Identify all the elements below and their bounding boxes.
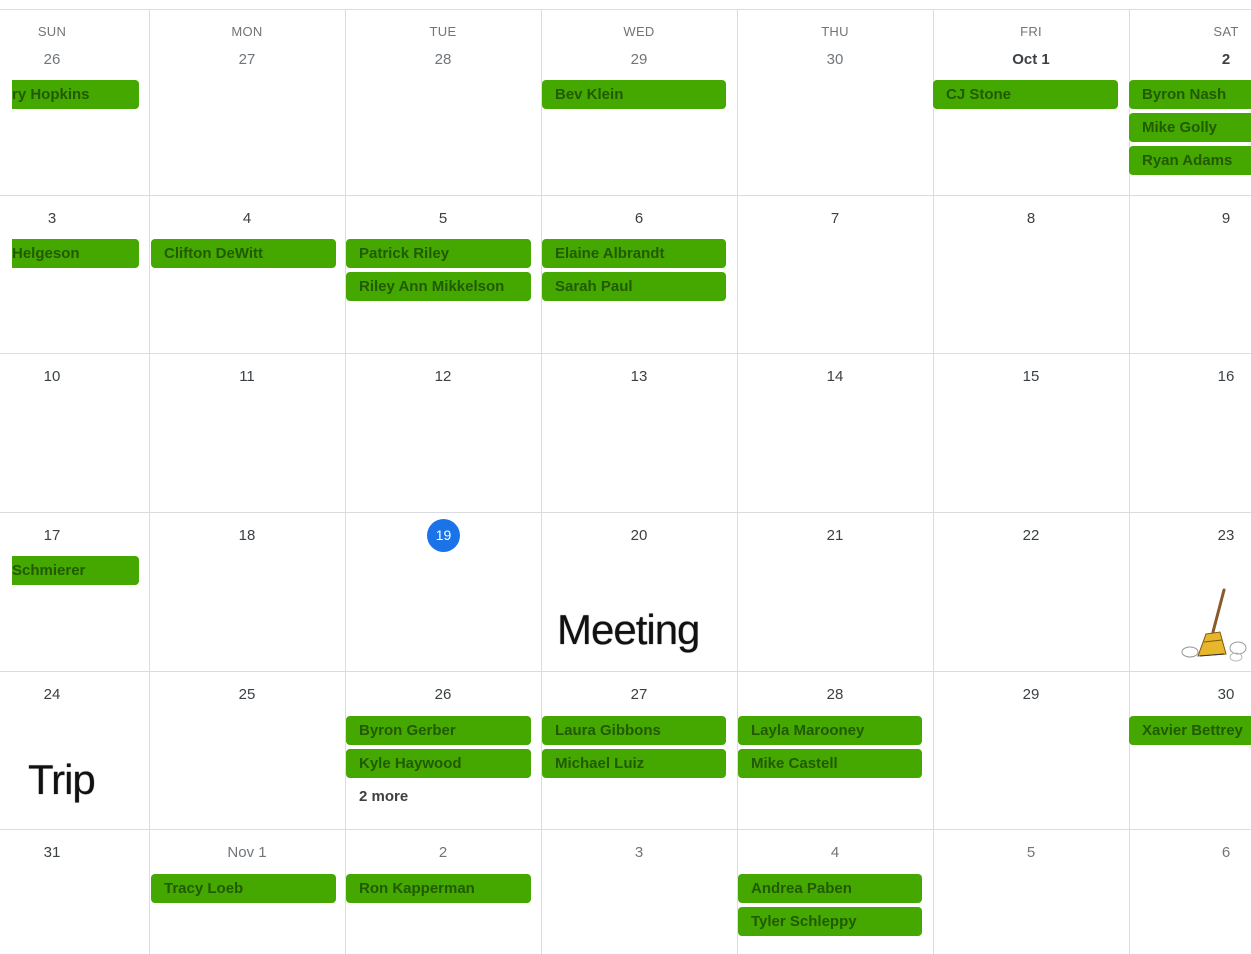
day-number[interactable]: 30 [775,50,895,70]
day-number[interactable]: 3 [0,209,112,229]
day-number[interactable]: 5 [971,843,1091,863]
event-chip[interactable]: Riley Ann Mikkelson [346,272,531,301]
day-number[interactable]: 22 [971,526,1091,546]
day-number[interactable]: 13 [579,367,699,387]
day-number[interactable]: 29 [579,50,699,70]
event-chip[interactable]: Layla Marooney [738,716,922,745]
weekday-header-sat: SAT [1213,24,1239,39]
day-number[interactable]: 9 [1166,209,1251,229]
day-number[interactable]: 6 [1166,843,1251,863]
weekday-header-sun: SUN [37,24,67,39]
event-chip[interactable]: Laura Gibbons [542,716,726,745]
day-number[interactable]: 26 [0,50,112,70]
day-number[interactable]: 3 [579,843,699,863]
event-chip[interactable]: Kyle Haywood [346,749,531,778]
day-number[interactable]: 21 [775,526,895,546]
day-number[interactable]: 5 [383,209,503,229]
day-number[interactable]: 27 [579,685,699,705]
day-number[interactable]: 15 [971,367,1091,387]
weekday-header-thu: THU [821,24,849,39]
grid-line [149,9,150,954]
event-chip[interactable]: Schmierer [12,556,139,585]
grid-line [541,9,542,954]
event-chip[interactable]: Ron Kapperman [346,874,531,903]
grid-line [737,9,738,954]
event-chip[interactable]: Sarah Paul [542,272,726,301]
day-number[interactable]: 17 [0,526,112,546]
day-number[interactable]: 25 [187,685,307,705]
day-number[interactable]: 18 [187,526,307,546]
event-chip[interactable]: Clifton DeWitt [151,239,336,268]
day-number[interactable]: 28 [383,50,503,70]
event-chip[interactable]: Andrea Paben [738,874,922,903]
weekday-header-tue: TUE [429,24,457,39]
day-number[interactable]: 26 [383,685,503,705]
day-number[interactable]: 27 [187,50,307,70]
weekday-header-wed: WED [623,24,655,39]
day-number[interactable]: 11 [187,367,307,387]
day-number[interactable]: 6 [579,209,699,229]
event-chip[interactable]: Mike Castell [738,749,922,778]
event-chip[interactable]: Ryan Adams [1129,146,1251,175]
event-chip[interactable]: Mike Golly [1129,113,1251,142]
more-events-link[interactable]: 2 more [359,788,408,805]
event-chip[interactable]: Helgeson [12,239,139,268]
event-chip[interactable]: Byron Gerber [346,716,531,745]
month-calendar-grid: SUN MON TUE WED THU FRI SAT 26 27 28 29 … [0,0,1251,954]
grid-line [0,829,1251,830]
event-chip[interactable]: Tracy Loeb [151,874,336,903]
day-number[interactable]: 23 [1166,526,1251,546]
day-number[interactable]: 7 [775,209,895,229]
day-number[interactable]: 12 [383,367,503,387]
day-number[interactable]: 2 [1166,50,1251,70]
grid-line [0,353,1251,354]
event-chip[interactable]: ry Hopkins [12,80,139,109]
day-number[interactable]: 10 [0,367,112,387]
event-chip[interactable]: Xavier Bettrey [1129,716,1251,745]
grid-line [0,195,1251,196]
event-chip[interactable]: Bev Klein [542,80,726,109]
grid-line [345,9,346,954]
grid-line [0,512,1251,513]
trip-sticker: Trip [28,756,96,803]
event-chip[interactable]: Michael Luiz [542,749,726,778]
day-number[interactable]: 4 [775,843,895,863]
day-number[interactable]: 2 [383,843,503,863]
weekday-header-fri: FRI [1020,24,1042,39]
day-number[interactable]: Oct 1 [971,50,1091,70]
day-number[interactable]: 20 [579,526,699,546]
day-number[interactable]: 24 [0,685,112,705]
grid-line [0,9,1251,10]
day-number[interactable]: 14 [775,367,895,387]
event-chip[interactable]: CJ Stone [933,80,1118,109]
day-number[interactable]: 28 [775,685,895,705]
event-chip[interactable]: Byron Nash [1129,80,1251,109]
day-number[interactable]: 31 [0,843,112,863]
day-number[interactable]: 30 [1166,685,1251,705]
broom-icon [1180,586,1248,664]
day-number[interactable]: Nov 1 [187,843,307,863]
day-number[interactable]: 16 [1166,367,1251,387]
grid-line [0,671,1251,672]
event-chip[interactable]: Tyler Schleppy [738,907,922,936]
meeting-sticker: Meeting [557,606,700,653]
day-number[interactable]: 8 [971,209,1091,229]
grid-line [933,9,934,954]
event-chip[interactable]: Patrick Riley [346,239,531,268]
event-chip[interactable]: Elaine Albrandt [542,239,726,268]
day-number[interactable]: 4 [187,209,307,229]
today-day-number[interactable]: 19 [427,519,460,552]
day-number[interactable]: 29 [971,685,1091,705]
weekday-header-mon: MON [231,24,263,39]
